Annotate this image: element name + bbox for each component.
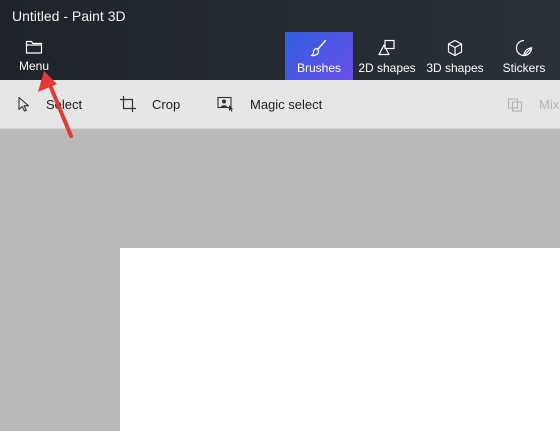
workspace <box>0 129 560 431</box>
mixed-reality-label: Mix <box>539 96 560 112</box>
tab-brushes-label: Brushes <box>296 61 342 75</box>
menu-button[interactable]: Menu <box>8 32 60 78</box>
crop-tool-label: Crop <box>152 96 181 112</box>
tab-brushes[interactable]: Brushes <box>285 32 353 80</box>
mixed-reality-icon <box>507 98 523 112</box>
2d-shapes-icon <box>378 39 395 56</box>
title-bar: Untitled - Paint 3D Menu Brushes 2D shap… <box>0 0 560 80</box>
brush-icon <box>310 39 327 57</box>
tab-2d-shapes-label: 2D shapes <box>358 61 416 75</box>
folder-icon <box>25 40 43 54</box>
tab-stickers[interactable]: Stickers <box>496 32 552 80</box>
menu-label: Menu <box>18 59 50 73</box>
tab-stickers-label: Stickers <box>502 61 546 75</box>
crop-icon <box>120 96 136 112</box>
select-tool[interactable]: Select <box>16 80 82 128</box>
tab-2d-shapes[interactable]: 2D shapes <box>355 32 419 80</box>
crop-tool[interactable]: Crop <box>119 80 180 128</box>
mixed-reality-tool[interactable]: Mix <box>507 80 559 128</box>
magic-select-label: Magic select <box>250 96 323 112</box>
tab-3d-shapes-label: 3D shapes <box>426 61 484 75</box>
drawing-canvas[interactable] <box>120 248 560 431</box>
sticker-icon <box>515 39 533 57</box>
tab-3d-shapes[interactable]: 3D shapes <box>423 32 487 80</box>
magic-select-icon <box>217 96 234 112</box>
magic-select-tool[interactable]: Magic select <box>217 80 322 128</box>
window-title: Untitled - Paint 3D <box>12 8 126 24</box>
3d-cube-icon <box>447 39 463 57</box>
cursor-icon <box>18 96 30 112</box>
tool-options-bar: Select Crop Magic select Mix <box>0 80 560 129</box>
select-tool-label: Select <box>46 96 83 112</box>
